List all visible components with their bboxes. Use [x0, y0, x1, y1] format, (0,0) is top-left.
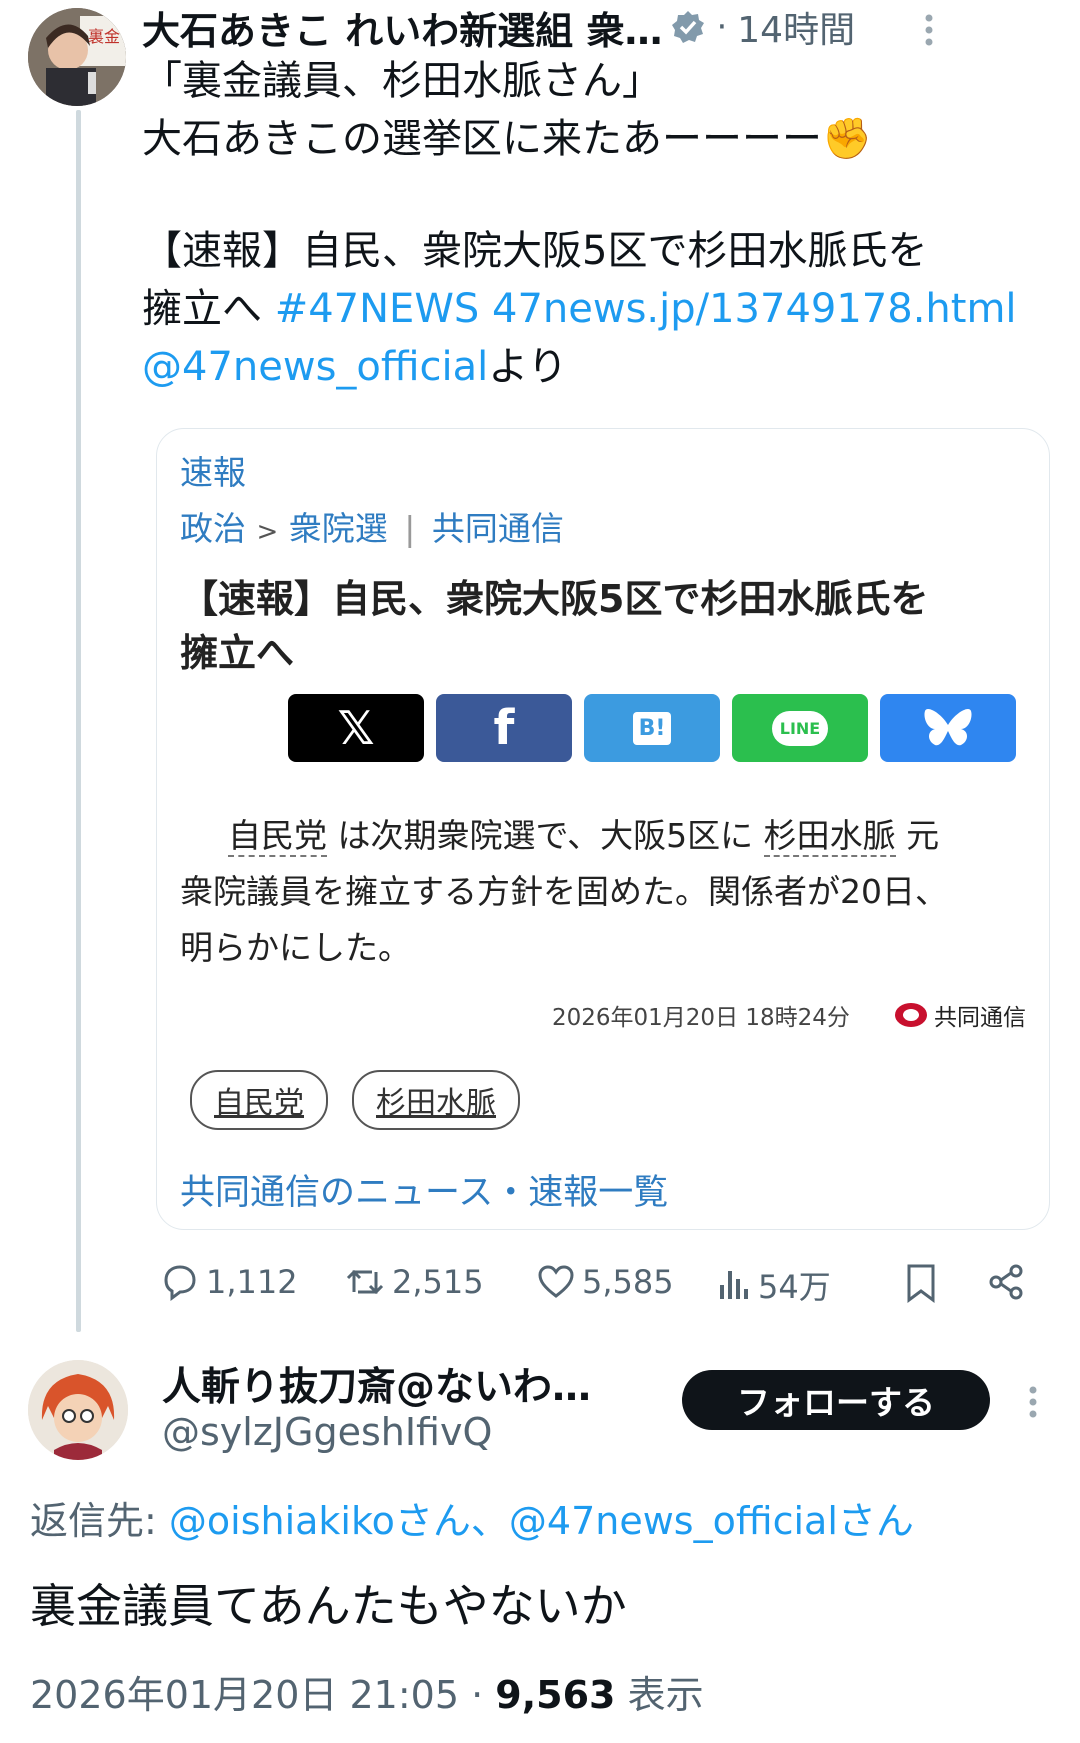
author-name[interactable]: 大石あきこ れいわ新選組 衆… [142, 0, 662, 55]
breadcrumb-divider: | [404, 509, 416, 548]
author-name-row: 大石あきこ れいわ新選組 衆… · 14時間 [142, 1, 855, 53]
article-body: 自民党 は次期衆院選で、大阪5区に 杉田水脈 元 衆院議員を擁立する方針を固めた… [180, 808, 1030, 976]
reply-author-avatar[interactable] [28, 1360, 128, 1460]
reply-author-handle[interactable]: @sylzJGgeshIfivQ [162, 1410, 492, 1454]
reply-view-count: 9,563 [495, 1673, 616, 1717]
tweet-line-4-text: 擁立へ [142, 286, 275, 332]
bookmark-icon [907, 1264, 935, 1303]
headline-line-2: 擁立へ [180, 631, 295, 675]
replying-to-separator: 、 [470, 1499, 509, 1543]
follow-button-label: フォローする [737, 1383, 935, 1422]
reply-meta: 2026年01月20日 21:05 · 9,563 表示 [30, 1664, 704, 1719]
tweet-line-5: @47news_officialより [142, 338, 1052, 396]
like-action[interactable]: 5,585 [536, 1262, 674, 1302]
headline-line-1: 【速報】自民、衆院大阪5区で杉田水脈氏を [180, 577, 929, 621]
follow-button[interactable]: フォローする [682, 1370, 990, 1430]
share-hatena-button[interactable]: B! [584, 694, 720, 762]
article-url-link[interactable]: 47news.jp/13749178.html [492, 286, 1017, 332]
card-label[interactable]: 速報 [180, 446, 246, 494]
views-action[interactable]: 54万 [716, 1262, 831, 1308]
share-line-button[interactable]: LINE [732, 694, 868, 762]
views-chart-icon [720, 1271, 748, 1299]
reply-author-name[interactable]: 人斬り抜刀斎@ないわ… [162, 1356, 591, 1412]
facebook-icon: f [493, 700, 515, 756]
tag-sugita-label: 杉田水脈 [376, 1086, 496, 1121]
breadcrumb-politics[interactable]: 政治 [180, 509, 246, 548]
share-facebook-button[interactable]: f [436, 694, 572, 762]
body-link-ldp[interactable]: 自民党 [228, 816, 327, 857]
reply-view-label: 表示 [627, 1673, 704, 1717]
reply-text: 裏金議員てあんたもやないか [30, 1579, 627, 1633]
reply-action[interactable]: 1,112 [160, 1262, 298, 1302]
time-separator: · [716, 7, 728, 47]
share-button[interactable] [986, 1262, 1026, 1302]
breadcrumb: 政治 > 衆院選 | 共同通信 [180, 502, 564, 550]
like-count: 5,585 [582, 1263, 674, 1301]
reply-meta-dot: · [471, 1673, 484, 1717]
hatena-bookmark-icon: B! [632, 711, 672, 745]
source-name: 共同通信 [934, 1005, 1026, 1031]
x-logo-icon: 𝕏 [337, 701, 375, 755]
repost-count: 2,515 [392, 1263, 484, 1301]
body-link-sugita[interactable]: 杉田水脈 [763, 816, 896, 857]
body-line-2: 衆院議員を擁立する方針を固めた。関係者が20日、 [180, 872, 948, 911]
body-text-2: 元 [895, 816, 940, 855]
reply-date[interactable]: 2026年01月20日 21:05 [30, 1673, 459, 1717]
repost-icon [346, 1269, 384, 1295]
breadcrumb-election[interactable]: 衆院選 [289, 509, 388, 548]
share-x-button[interactable]: 𝕏 [288, 694, 424, 762]
kyodo-logo-icon [895, 1003, 927, 1027]
tweet-line-4: 擁立へ #47NEWS 47news.jp/13749178.html [142, 280, 1052, 338]
replying-to-prefix: 返信先: [30, 1499, 169, 1543]
tweet-text: 「裏金議員、杉田水脈さん」 大石あきこの選挙区に来たあーーーー✊ 【速報】自民、… [142, 52, 1052, 396]
views-count: 54万 [758, 1268, 831, 1306]
verified-icon [670, 9, 706, 45]
source-logo: 共同通信 [894, 998, 1026, 1032]
reply-more-options-icon[interactable] [1026, 1384, 1040, 1420]
hashtag-link[interactable]: #47NEWS [275, 286, 480, 332]
breadcrumb-source[interactable]: 共同通信 [432, 509, 564, 548]
line-icon: LINE [771, 710, 829, 746]
breadcrumb-separator: > [256, 517, 279, 547]
body-line-3: 明らかにした。 [180, 928, 411, 967]
thread-line [76, 110, 81, 1332]
post-time[interactable]: 14時間 [737, 1, 855, 53]
repost-action[interactable]: 2,515 [344, 1262, 484, 1302]
body-text-1: は次期衆院選で、大阪5区に [327, 816, 764, 855]
replying-to-oishiakiko[interactable]: @oishiakikoさん [169, 1499, 471, 1543]
replying-to-47news[interactable]: @47news_officialさん [509, 1499, 914, 1543]
tweet-line-2: 大石あきこの選挙区に来たあーーーー✊ [142, 116, 872, 162]
share-icon [989, 1264, 1023, 1300]
tag-sugita[interactable]: 杉田水脈 [352, 1070, 520, 1130]
mention-link[interactable]: @47news_official [142, 344, 488, 390]
more-options-icon[interactable] [922, 12, 936, 48]
mention-suffix: より [488, 344, 568, 390]
news-list-link[interactable]: 共同通信のニュース・速報一覧 [180, 1164, 668, 1215]
heart-icon [538, 1265, 574, 1298]
reply-count: 1,112 [206, 1263, 298, 1301]
tag-ldp[interactable]: 自民党 [190, 1070, 328, 1130]
tweet-line-1: 「裏金議員、杉田水脈さん」 [142, 58, 662, 104]
tweet-line-3: 【速報】自民、衆院大阪5区で杉田水脈氏を [142, 228, 928, 274]
tag-ldp-label: 自民党 [214, 1086, 304, 1121]
replying-to: 返信先: @oishiakikoさん、@47news_officialさん [30, 1490, 914, 1545]
article-headline: 【速報】自民、衆院大阪5区で杉田水脈氏を 擁立へ [180, 572, 1030, 680]
share-bluesky-button[interactable] [880, 694, 1016, 762]
avatar-sign-text: 裏金 [88, 27, 120, 46]
bluesky-butterfly-icon [924, 708, 972, 746]
author-avatar[interactable]: 裏金 [28, 8, 126, 106]
article-timestamp: 2026年01月20日 18時24分 [552, 1005, 850, 1031]
reply-icon [164, 1265, 196, 1301]
bookmark-button[interactable] [904, 1262, 938, 1304]
